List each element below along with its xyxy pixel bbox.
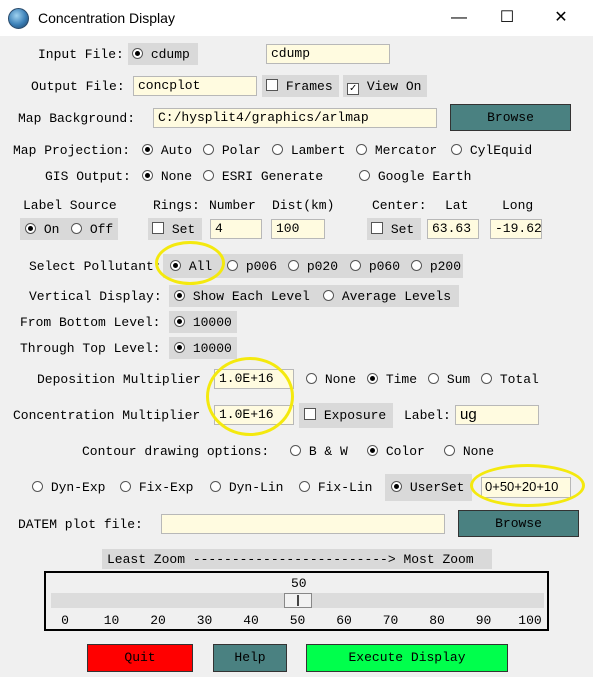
- execute-display-button[interactable]: Execute Display: [306, 644, 508, 672]
- gis-output-label: GIS Output:: [45, 169, 131, 184]
- long-header: Long: [502, 198, 534, 213]
- zoom-tick-label: 40: [243, 613, 259, 628]
- input-file-label: Input File:: [38, 47, 124, 62]
- zoom-tick-label: 20: [150, 613, 166, 628]
- zoom-tick-label: 50: [289, 613, 306, 628]
- concentration-label-field[interactable]: ug: [455, 405, 539, 425]
- projection-lambert-radio[interactable]: Lambert: [272, 143, 345, 158]
- input-file-radio[interactable]: cdump: [132, 47, 190, 62]
- datem-file-field[interactable]: [161, 514, 445, 534]
- pollutant-p060-radio[interactable]: p060: [350, 259, 400, 274]
- center-lat-field[interactable]: 63.63: [427, 219, 479, 239]
- rings-set-checkbox[interactable]: Set: [152, 222, 195, 237]
- gis-google-earth-radio[interactable]: Google Earth: [359, 169, 471, 184]
- title-bar: Concentration Display — ☐ ✕: [0, 0, 593, 36]
- close-button[interactable]: ✕: [538, 6, 584, 30]
- contour-options-label: Contour drawing options:: [82, 444, 270, 459]
- output-file-field[interactable]: concplot: [133, 76, 257, 96]
- projection-mercator-radio[interactable]: Mercator: [356, 143, 437, 158]
- label-source-on-radio[interactable]: On: [25, 222, 59, 237]
- zoom-tick-label: 80: [429, 613, 445, 628]
- select-pollutant-label: Select Pollutant:: [29, 259, 162, 274]
- zoom-tick-label: 100: [518, 613, 542, 628]
- globe-app-icon: [8, 8, 29, 29]
- vertical-display-label: Vertical Display:: [29, 289, 162, 304]
- deposition-total-radio[interactable]: Total: [481, 372, 539, 387]
- zoom-slider-thumb[interactable]: [283, 593, 312, 608]
- contour-color-radio[interactable]: Color: [367, 444, 425, 459]
- zoom-tick-label: 90: [475, 613, 492, 628]
- center-long-field[interactable]: -19.62: [490, 219, 542, 239]
- zoom-caption: Least Zoom -------------------------> Mo…: [107, 552, 474, 567]
- mode-dyn-exp-radio[interactable]: Dyn-Exp: [32, 480, 105, 495]
- label-source-header: Label Source: [23, 198, 117, 213]
- lat-header: Lat: [445, 198, 469, 213]
- quit-button[interactable]: Quit: [87, 644, 193, 672]
- zoom-slider[interactable]: 50 0 10 20 30 40 50 60 70 80 90 100: [44, 571, 549, 631]
- projection-cylequid-radio[interactable]: CylEquid: [451, 143, 532, 158]
- from-bottom-radio[interactable]: 10000: [174, 315, 232, 330]
- through-top-label: Through Top Level:: [20, 341, 161, 356]
- view-on-checkbox[interactable]: ✓ View On: [347, 79, 421, 95]
- minimize-button[interactable]: —: [436, 6, 482, 30]
- projection-auto-radio[interactable]: Auto: [142, 143, 192, 158]
- rings-number-field[interactable]: 4: [210, 219, 262, 239]
- zoom-tick-label: 70: [382, 613, 399, 628]
- zoom-tick-label: 10: [103, 613, 120, 628]
- pollutant-p020-radio[interactable]: p020: [288, 259, 338, 274]
- mode-fix-exp-radio[interactable]: Fix-Exp: [120, 480, 193, 495]
- through-top-radio[interactable]: 10000: [174, 341, 232, 356]
- rings-dist-header: Dist(km): [272, 198, 335, 213]
- contour-none-radio[interactable]: None: [444, 444, 494, 459]
- input-file-field[interactable]: cdump: [266, 44, 390, 64]
- map-browse-button[interactable]: Browse: [450, 104, 571, 131]
- map-background-field[interactable]: C:/hysplit4/graphics/arlmap: [153, 108, 437, 128]
- map-projection-label: Map Projection:: [13, 143, 131, 158]
- from-bottom-label: From Bottom Level:: [20, 315, 161, 330]
- vertical-average-radio[interactable]: Average Levels: [323, 289, 451, 304]
- map-background-label: Map Background:: [18, 111, 136, 126]
- contour-bw-radio[interactable]: B & W: [290, 444, 348, 459]
- zoom-trough[interactable]: [51, 593, 544, 608]
- concentration-multiplier-label: Concentration Multiplier: [13, 408, 201, 423]
- pollutant-p006-radio[interactable]: p006: [227, 259, 277, 274]
- zoom-tick-label: 0: [61, 613, 69, 628]
- zoom-tick-label: 30: [196, 613, 213, 628]
- vertical-show-each-radio[interactable]: Show Each Level: [174, 289, 310, 304]
- gis-none-radio[interactable]: None: [142, 169, 192, 184]
- center-set-checkbox[interactable]: Set: [371, 222, 414, 237]
- deposition-multiplier-field[interactable]: 1.0E+16: [214, 369, 294, 389]
- datem-browse-button[interactable]: Browse: [458, 510, 579, 537]
- mode-dyn-lin-radio[interactable]: Dyn-Lin: [210, 480, 283, 495]
- zoom-value: 50: [291, 576, 307, 591]
- center-header: Center:: [372, 198, 427, 213]
- deposition-none-radio[interactable]: None: [306, 372, 356, 387]
- deposition-multiplier-label: Deposition Multiplier: [37, 372, 201, 387]
- rings-header: Rings:: [153, 198, 200, 213]
- mode-userset-radio[interactable]: UserSet: [391, 480, 464, 495]
- pollutant-all-radio[interactable]: All: [170, 259, 212, 274]
- deposition-sum-radio[interactable]: Sum: [428, 372, 470, 387]
- help-button[interactable]: Help: [213, 644, 287, 672]
- deposition-time-radio[interactable]: Time: [367, 372, 417, 387]
- label-source-off-radio[interactable]: Off: [71, 222, 113, 237]
- output-file-label: Output File:: [31, 79, 125, 94]
- maximize-button[interactable]: ☐: [484, 6, 530, 30]
- mode-fix-lin-radio[interactable]: Fix-Lin: [299, 480, 372, 495]
- concentration-multiplier-field[interactable]: 1.0E+16: [214, 405, 294, 425]
- projection-polar-radio[interactable]: Polar: [203, 143, 261, 158]
- userset-levels-field[interactable]: 0+50+20+10: [481, 477, 571, 498]
- gis-esri-radio[interactable]: ESRI Generate: [203, 169, 323, 184]
- label-caption: Label:: [404, 408, 451, 423]
- pollutant-p200-radio[interactable]: p200: [411, 259, 461, 274]
- datem-label: DATEM plot file:: [18, 517, 143, 532]
- window-title: Concentration Display: [38, 10, 175, 26]
- frames-checkbox[interactable]: Frames: [266, 79, 333, 94]
- zoom-tick-label: 60: [336, 613, 352, 628]
- rings-number-header: Number: [209, 198, 256, 213]
- exposure-checkbox[interactable]: Exposure: [304, 408, 386, 423]
- rings-dist-field[interactable]: 100: [271, 219, 325, 239]
